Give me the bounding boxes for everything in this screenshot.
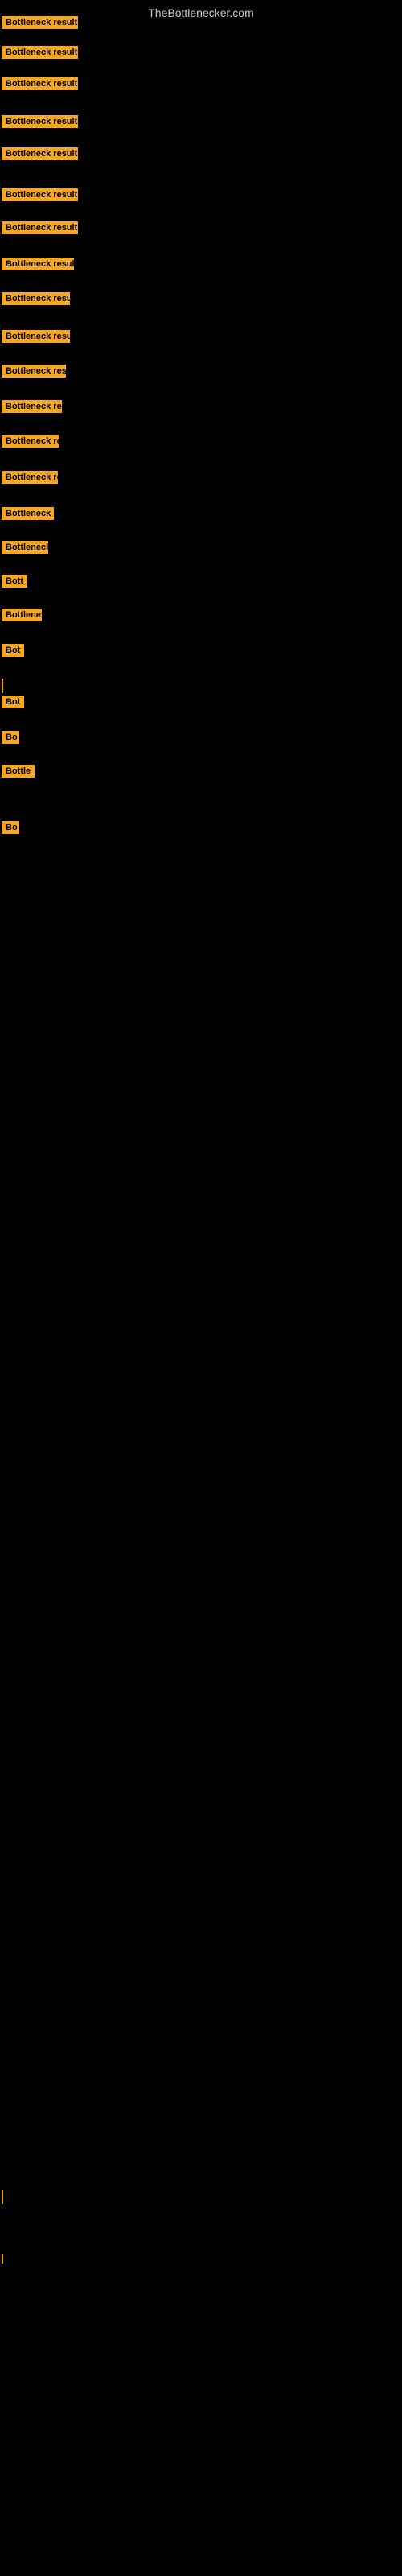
bottleneck-result-item[interactable]: Bott — [2, 575, 27, 592]
bottleneck-badge: Bottleneck result — [2, 147, 78, 160]
bottleneck-result-item[interactable]: Bo — [2, 821, 19, 838]
bottleneck-result-item[interactable]: Bottleneck result — [2, 292, 70, 309]
bottleneck-badge: Bottleneck result — [2, 77, 78, 90]
bottleneck-result-item[interactable]: Bot — [2, 644, 24, 661]
bottleneck-badge: Bottleneck result — [2, 115, 78, 128]
bottleneck-badge: Bottleneck result — [2, 16, 78, 29]
bottleneck-badge: Bot — [2, 644, 24, 657]
bottleneck-badge: Bot — [2, 696, 24, 708]
bottleneck-result-item[interactable]: Bottleneck result — [2, 46, 78, 63]
bottleneck-badge: Bottleneck — [2, 541, 48, 554]
bottleneck-result-item[interactable]: Bottleneck re — [2, 507, 54, 524]
bottleneck-result-item[interactable]: Bottleneck result — [2, 188, 78, 205]
bottleneck-result-item[interactable]: Bottleneck result — [2, 77, 78, 94]
bottleneck-result-item[interactable]: Bottleneck — [2, 541, 48, 558]
bottleneck-badge: Bottleneck result — [2, 46, 78, 59]
bar-line — [2, 679, 3, 693]
bottleneck-badge: Bottleneck result — [2, 188, 78, 201]
bottleneck-badge: Bottleneck re — [2, 507, 54, 520]
bar-line — [2, 2254, 3, 2264]
bar-line — [2, 2190, 3, 2204]
bottleneck-result-item[interactable]: Bottleneck result — [2, 330, 70, 347]
bottleneck-badge: Bottle — [2, 765, 35, 778]
bottleneck-result-item[interactable]: Bottleneck result — [2, 16, 78, 33]
bottleneck-badge: Bottleneck res — [2, 435, 59, 448]
bottleneck-result-item[interactable]: Bottleneck result — [2, 365, 66, 382]
bottleneck-result-item[interactable]: Bottleneck res — [2, 435, 59, 452]
bottleneck-badge: Bott — [2, 575, 27, 588]
bottleneck-result-item[interactable]: Bot — [2, 696, 24, 712]
bottleneck-result-item[interactable]: Bottleneck result — [2, 115, 78, 132]
bottleneck-result-item[interactable]: Bottlene — [2, 609, 42, 625]
bottleneck-result-item[interactable]: Bottleneck res — [2, 400, 62, 417]
bottleneck-badge: Bottleneck res — [2, 400, 62, 413]
bottleneck-badge: Bottleneck result — [2, 221, 78, 234]
bottleneck-result-item[interactable]: Bottle — [2, 765, 35, 782]
bottleneck-badge: Bottleneck result — [2, 330, 70, 343]
bottleneck-badge: Bo — [2, 731, 19, 744]
bottleneck-result-item[interactable]: Bottleneck result — [2, 147, 78, 164]
bottleneck-result-item[interactable]: Bottleneck res — [2, 471, 58, 488]
bottleneck-badge: Bo — [2, 821, 19, 834]
bottleneck-badge: Bottleneck result — [2, 258, 74, 270]
bottleneck-result-item[interactable]: Bottleneck result — [2, 258, 74, 275]
bottleneck-badge: Bottleneck result — [2, 365, 66, 378]
bottleneck-badge: Bottleneck res — [2, 471, 58, 484]
bottleneck-result-item[interactable]: Bottleneck result — [2, 221, 78, 238]
bottleneck-badge: Bottlene — [2, 609, 42, 621]
bottleneck-result-item[interactable]: Bo — [2, 731, 19, 748]
bottleneck-badge: Bottleneck result — [2, 292, 70, 305]
